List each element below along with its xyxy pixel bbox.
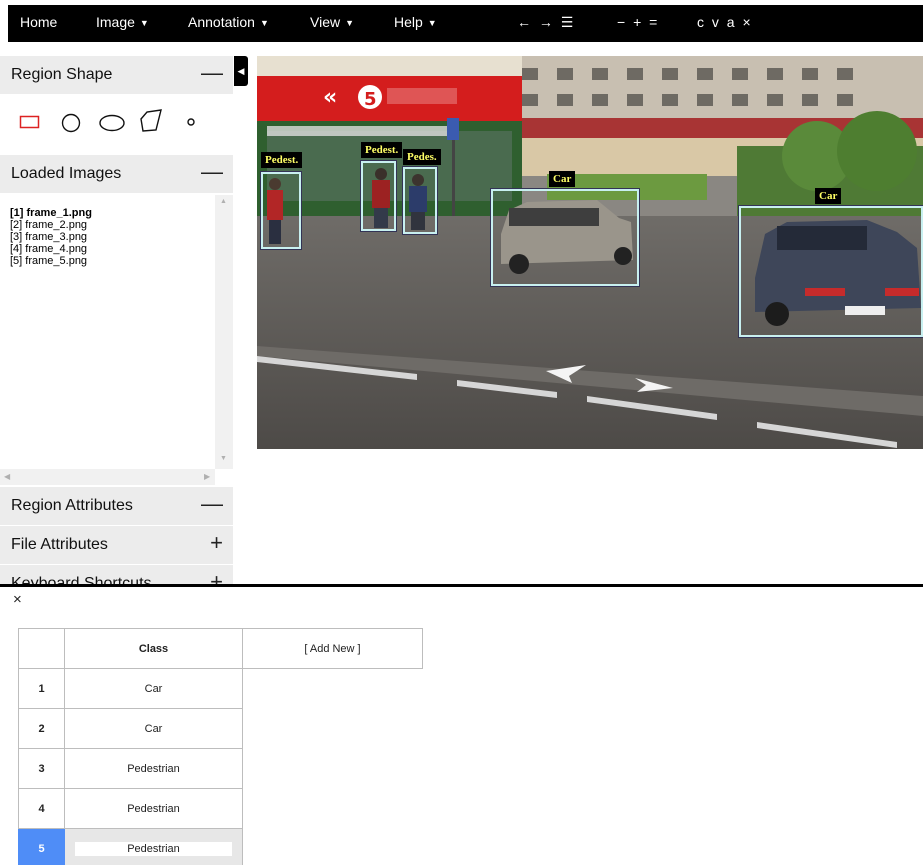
class-value-cell[interactable]: Car xyxy=(64,668,243,709)
region-attributes-header[interactable]: Region Attributes — xyxy=(0,487,233,525)
region-label: Pedest. xyxy=(361,142,403,158)
header-corner-cell xyxy=(18,628,65,669)
shape-toolbar xyxy=(0,94,233,154)
image-canvas[interactable]: « 5 Pedest. Pedest. Pedes. Car Car xyxy=(257,56,923,449)
expand-toggle[interactable]: + xyxy=(210,530,223,556)
file-attributes-header[interactable]: File Attributes + xyxy=(0,526,233,564)
class-value-cell[interactable]: Pedestrian xyxy=(64,828,243,865)
section-title: Keyboard Shortcuts xyxy=(11,575,152,584)
column-header-class[interactable]: Class xyxy=(64,628,243,669)
file-list-item[interactable]: [5] frame_5.png xyxy=(10,255,92,267)
region-shape-header[interactable]: Region Shape — xyxy=(0,56,233,94)
table-row[interactable]: 4 Pedestrian xyxy=(18,788,423,829)
menu-help[interactable]: Help ▼ xyxy=(394,14,437,30)
scroll-up-icon[interactable]: ▲ xyxy=(220,198,227,205)
table-row[interactable]: 2 Car xyxy=(18,708,423,749)
collapse-toggle[interactable]: — xyxy=(201,491,223,517)
region-label: Car xyxy=(815,188,842,204)
loaded-images-header[interactable]: Loaded Images — xyxy=(0,155,233,193)
expand-toggle[interactable]: + xyxy=(210,569,223,584)
scroll-left-icon[interactable]: ◀ xyxy=(4,472,10,481)
collapse-left-panel-icon[interactable]: ◀ xyxy=(234,56,248,86)
file-list-item[interactable]: [4] frame_4.png xyxy=(10,243,92,255)
caret-down-icon: ▼ xyxy=(139,18,149,28)
polygon-shape-icon[interactable] xyxy=(139,108,165,134)
menu-view[interactable]: View ▼ xyxy=(310,14,354,30)
file-list-item[interactable]: [2] frame_2.png xyxy=(10,219,92,231)
region-attributes-table: Class [ Add New ] 1 Car 2 Car 3 Pedestri… xyxy=(18,628,423,865)
region-box[interactable] xyxy=(403,167,437,234)
ellipse-shape-icon[interactable] xyxy=(98,114,126,132)
table-row[interactable]: 3 Pedestrian xyxy=(18,748,423,789)
file-list-item[interactable]: [1] frame_1.png xyxy=(10,207,92,219)
vertical-scrollbar[interactable]: ▲ ▼ xyxy=(215,195,233,469)
scroll-right-icon[interactable]: ▶ xyxy=(204,472,210,481)
point-shape-icon[interactable] xyxy=(186,117,196,127)
scroll-down-icon[interactable]: ▼ xyxy=(220,455,227,462)
region-box[interactable] xyxy=(491,189,639,286)
loaded-images-list: [1] frame_1.png [2] frame_2.png [3] frame_… xyxy=(0,195,233,485)
nav-tools[interactable]: ← → ☰ xyxy=(517,14,575,31)
section-title: Region Shape xyxy=(11,66,113,83)
left-panel: Region Shape — Loaded Images — [1] frame… xyxy=(0,56,233,584)
section-title: Region Attributes xyxy=(11,497,133,514)
region-box[interactable] xyxy=(739,206,923,337)
row-index: 5 xyxy=(18,828,65,865)
section-title: File Attributes xyxy=(11,536,108,553)
region-label: Car xyxy=(549,171,576,187)
row-index: 4 xyxy=(18,788,65,829)
svg-text:5: 5 xyxy=(364,89,377,110)
close-icon[interactable]: × xyxy=(13,591,22,608)
region-label: Pedes. xyxy=(403,149,441,165)
top-menu-bar: Home Image ▼ Annotation ▼ View ▼ Help ▼ ← → … xyxy=(8,5,923,42)
horizontal-scrollbar[interactable]: ◀ ▶ xyxy=(0,469,215,485)
zoom-tools[interactable]: − + = xyxy=(617,14,659,30)
caret-down-icon: ▼ xyxy=(427,18,437,28)
svg-text:«: « xyxy=(323,85,337,110)
collapse-toggle[interactable]: — xyxy=(201,159,223,185)
table-row[interactable]: 1 Car xyxy=(18,668,423,709)
class-value-cell[interactable]: Car xyxy=(64,708,243,749)
menu-home[interactable]: Home xyxy=(20,14,57,30)
class-value-input[interactable]: Pedestrian xyxy=(75,841,232,856)
table-header-row: Class [ Add New ] xyxy=(18,628,423,669)
section-title: Loaded Images xyxy=(11,165,122,182)
collapse-toggle[interactable]: — xyxy=(201,60,223,86)
row-index: 3 xyxy=(18,748,65,789)
class-value-cell[interactable]: Pedestrian xyxy=(64,748,243,789)
row-index: 2 xyxy=(18,708,65,749)
region-box[interactable] xyxy=(261,172,301,249)
caret-down-icon: ▼ xyxy=(345,18,355,28)
menu-annotation[interactable]: Annotation ▼ xyxy=(188,14,269,30)
menu-image[interactable]: Image ▼ xyxy=(96,14,149,30)
file-list-item[interactable]: [3] frame_3.png xyxy=(10,231,92,243)
edit-tools[interactable]: c v a × xyxy=(697,14,753,30)
add-new-attribute-button[interactable]: [ Add New ] xyxy=(242,628,423,669)
circle-shape-icon[interactable] xyxy=(60,112,82,134)
keyboard-shortcuts-header[interactable]: Keyboard Shortcuts + xyxy=(0,565,233,584)
table-row-selected[interactable]: 5 Pedestrian xyxy=(18,828,423,865)
panel-divider[interactable] xyxy=(0,584,923,587)
row-index: 1 xyxy=(18,668,65,709)
class-value-cell[interactable]: Pedestrian xyxy=(64,788,243,829)
app-root: Home Image ▼ Annotation ▼ View ▼ Help ▼ ← → … xyxy=(0,0,923,865)
rectangle-shape-icon[interactable] xyxy=(19,114,41,130)
region-label: Pedest. xyxy=(261,152,303,168)
caret-down-icon: ▼ xyxy=(259,18,269,28)
file-list: [1] frame_1.png [2] frame_2.png [3] frame_… xyxy=(10,207,92,267)
region-box[interactable] xyxy=(361,161,396,231)
